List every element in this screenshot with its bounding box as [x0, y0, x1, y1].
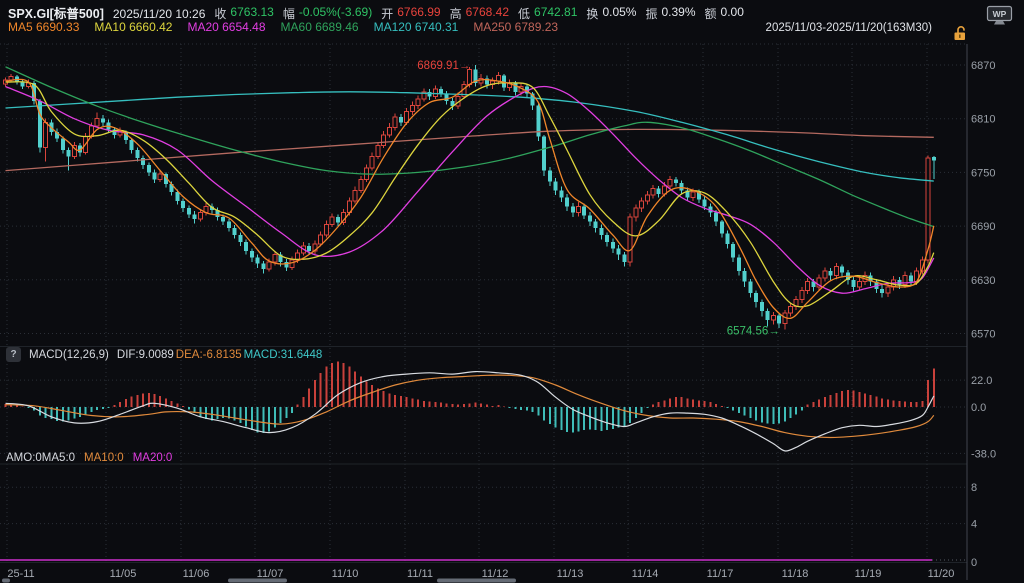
chart-canvas[interactable]: 6869.91→ 6574.56→ 6870 6810 6750 6690 6630 6570… — [0, 0, 1024, 583]
amo-ma10-value: MA10:0 — [84, 452, 124, 464]
unlock-icon[interactable] — [952, 25, 969, 46]
low-price-annotation: 6574.56→ — [727, 325, 780, 337]
macd-tick-label: 0.0 — [971, 402, 986, 414]
scrollbar-thumb — [437, 579, 516, 583]
candles-layer — [4, 65, 936, 329]
date-tick-label[interactable]: 11/17 — [707, 568, 734, 580]
x-axis-labels: 25-11 11/05 11/06 11/07 11/10 11/11 11/12 11/13… — [7, 568, 954, 580]
date-tick-label[interactable]: 11/07 — [257, 568, 284, 580]
date-tick-label[interactable]: 25-11 — [7, 568, 34, 580]
date-tick-label[interactable]: 11/14 — [632, 568, 659, 580]
amplitude-value: 0.39% — [661, 5, 695, 22]
high-price-annotation: 6869.91→ — [417, 60, 470, 72]
ma-legend-item-ma10[interactable]: MA10 6660.42 — [94, 20, 172, 34]
ma-legend-item-ma120[interactable]: MA120 6740.31 — [374, 20, 459, 34]
macd-macd-value: MACD:31.6448 — [244, 349, 323, 361]
macd-params[interactable]: MACD(12,26,9) — [29, 349, 109, 361]
amount-field: 额0.00 — [705, 5, 744, 22]
scrollbar[interactable] — [2, 579, 516, 583]
date-tick-label[interactable]: 11/10 — [332, 568, 359, 580]
date-tick-label[interactable]: 11/20 — [928, 568, 955, 580]
amo-tick-label: 0 — [971, 557, 977, 569]
amount-value: 0.00 — [721, 5, 744, 22]
amo-header: AMO:0 MA5:0 MA10:0 MA20:0 — [6, 452, 181, 464]
price-tick-label: 6690 — [971, 221, 995, 233]
price-tick-label: 6750 — [971, 167, 995, 179]
macd-tick-label: 22.0 — [971, 375, 992, 387]
ma-legend-item-ma60[interactable]: MA60 6689.46 — [281, 20, 359, 34]
amo-tick-label: 4 — [971, 519, 977, 531]
amo-value[interactable]: AMO:0 — [6, 452, 42, 464]
amplitude-field: 振0.39% — [645, 5, 695, 22]
ma-legend-item-ma20[interactable]: MA20 6654.48 — [187, 20, 265, 34]
date-range-label: 2025/11/03-2025/11/20(163M30) — [766, 22, 932, 34]
date-tick-label[interactable]: 11/19 — [855, 568, 882, 580]
turnover-value: 0.05% — [602, 5, 636, 22]
date-tick-label[interactable]: 11/06 — [183, 568, 210, 580]
trading-chart-window: 6869.91→ 6574.56→ 6870 6810 6750 6690 6630 6570… — [0, 0, 1024, 583]
help-icon[interactable]: ? — [6, 347, 21, 362]
grid-layer — [0, 44, 967, 580]
turnover-field: 换0.05% — [586, 5, 636, 22]
ma-line-ma20 — [6, 87, 934, 294]
dif-line — [6, 372, 934, 451]
price-tick-label: 6570 — [971, 329, 995, 341]
ma-line-ma60 — [6, 67, 934, 227]
ma-line-ma10 — [6, 82, 934, 307]
macd-dea-value: DEA:-6.8135 — [176, 349, 242, 361]
ma-legend-item-ma250[interactable]: MA250 6789.23 — [473, 20, 558, 34]
ma-legend-row: MA5 6690.33 MA10 6660.42 MA20 6654.48 MA60 … — [8, 20, 558, 34]
date-tick-label[interactable]: 11/11 — [407, 568, 433, 580]
macd-header: ? MACD(12,26,9) DIF:9.0089 DEA:-6.8135 M… — [6, 347, 322, 362]
wp-watermark-icon: WP — [986, 5, 1014, 31]
ma-legend-item-ma5[interactable]: MA5 6690.33 — [8, 20, 79, 34]
amo-ma5-value: MA5:0 — [42, 452, 75, 464]
macd-lines-layer — [6, 372, 934, 451]
quote-datetime: 2025/11/20 10:26 — [113, 7, 206, 21]
macd-dif-value: DIF:9.0089 — [117, 349, 174, 361]
price-tick-label: 6810 — [971, 114, 995, 126]
amo-ma20-value: MA20:0 — [133, 452, 173, 464]
date-tick-label[interactable]: 11/05 — [110, 568, 137, 580]
date-tick-label[interactable]: 11/12 — [482, 568, 509, 580]
price-tick-label: 6870 — [971, 60, 995, 72]
price-tick-label: 6630 — [971, 275, 995, 287]
macd-tick-label: -38.0 — [971, 448, 996, 460]
amo-tick-label: 8 — [971, 482, 977, 494]
ma-line-ma5 — [6, 79, 934, 318]
y-axis-labels: 6870 6810 6750 6690 6630 6570 22.0 0.0 -38.0 8 4 0 — [971, 60, 996, 569]
date-tick-label[interactable]: 11/13 — [557, 568, 584, 580]
svg-text:WP: WP — [993, 9, 1007, 19]
date-tick-label[interactable]: 11/18 — [782, 568, 809, 580]
ma-lines-layer — [6, 67, 934, 319]
scrollbar-thumb — [228, 579, 287, 583]
scrollbar-thumb — [2, 579, 10, 583]
